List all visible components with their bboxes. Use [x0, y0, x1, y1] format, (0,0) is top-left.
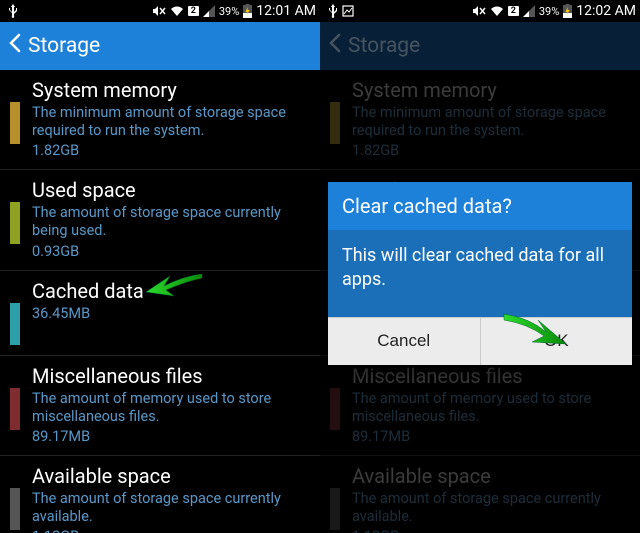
phone-right: 2 39% 12:02 AM Storage System memory The…: [320, 0, 640, 533]
list-item-system-memory[interactable]: System memory The minimum amount of stor…: [0, 70, 320, 170]
swatch: [10, 202, 20, 244]
list-item-cached-data[interactable]: Cached data 36.45MB: [0, 271, 320, 356]
item-title: Miscellaneous files: [32, 364, 310, 388]
battery-icon: [563, 4, 572, 18]
app-header: Storage: [0, 22, 320, 70]
usb-icon: [328, 4, 338, 18]
phone-left: 2 39% 12:01 AM Storage System memory The…: [0, 0, 320, 533]
clock: 12:02 AM: [576, 3, 636, 19]
wifi-icon: [170, 5, 184, 17]
item-title: Used space: [32, 178, 310, 202]
dialog-body: This will clear cached data for all apps…: [328, 230, 632, 317]
mute-icon: [472, 5, 486, 17]
sim-icon: 2: [188, 6, 199, 16]
item-size: 36.45MB: [32, 305, 310, 322]
page-title: Storage: [28, 34, 100, 58]
mute-icon: [152, 5, 166, 17]
swatch: [10, 388, 20, 430]
item-size: 89.17MB: [32, 428, 310, 445]
dialog-buttons: Cancel OK: [328, 317, 632, 365]
list-item-available-space[interactable]: Available space The amount of storage sp…: [0, 456, 320, 533]
item-desc: The minimum amount of storage space requ…: [32, 104, 310, 140]
item-title: System memory: [32, 78, 310, 102]
item-desc: The amount of storage space currently be…: [32, 204, 310, 240]
item-desc: The amount of storage space currently av…: [32, 490, 310, 526]
back-icon[interactable]: [8, 33, 22, 59]
signal-icon: [523, 5, 535, 17]
status-bar: 2 39% 12:02 AM: [320, 0, 640, 22]
sim-icon: 2: [508, 6, 519, 16]
status-bar: 2 39% 12:01 AM: [0, 0, 320, 22]
item-size: 0.93GB: [32, 243, 310, 260]
item-size: 1.13GB: [32, 528, 310, 533]
item-desc: The amount of memory used to store misce…: [32, 390, 310, 426]
signal-icon: [203, 5, 215, 17]
list-item-used-space[interactable]: Used space The amount of storage space c…: [0, 170, 320, 270]
usb-icon: [8, 4, 18, 18]
battery-percent: 39%: [219, 5, 239, 18]
screenshot-icon: [342, 5, 354, 17]
battery-percent: 39%: [539, 5, 559, 18]
clear-cache-dialog: Clear cached data? This will clear cache…: [328, 182, 632, 365]
list-item-misc-files[interactable]: Miscellaneous files The amount of memory…: [0, 356, 320, 456]
battery-icon: [243, 4, 252, 18]
swatch: [10, 303, 20, 345]
item-title: Available space: [32, 464, 310, 488]
item-size: 1.82GB: [32, 142, 310, 159]
item-title: Cached data: [32, 279, 310, 303]
dialog-title: Clear cached data?: [328, 182, 632, 230]
swatch: [10, 102, 20, 144]
cancel-button[interactable]: Cancel: [328, 317, 481, 365]
wifi-icon: [490, 5, 504, 17]
swatch: [10, 488, 20, 530]
clock: 12:01 AM: [256, 3, 316, 19]
ok-button[interactable]: OK: [481, 317, 633, 365]
storage-list: System memory The minimum amount of stor…: [0, 70, 320, 533]
